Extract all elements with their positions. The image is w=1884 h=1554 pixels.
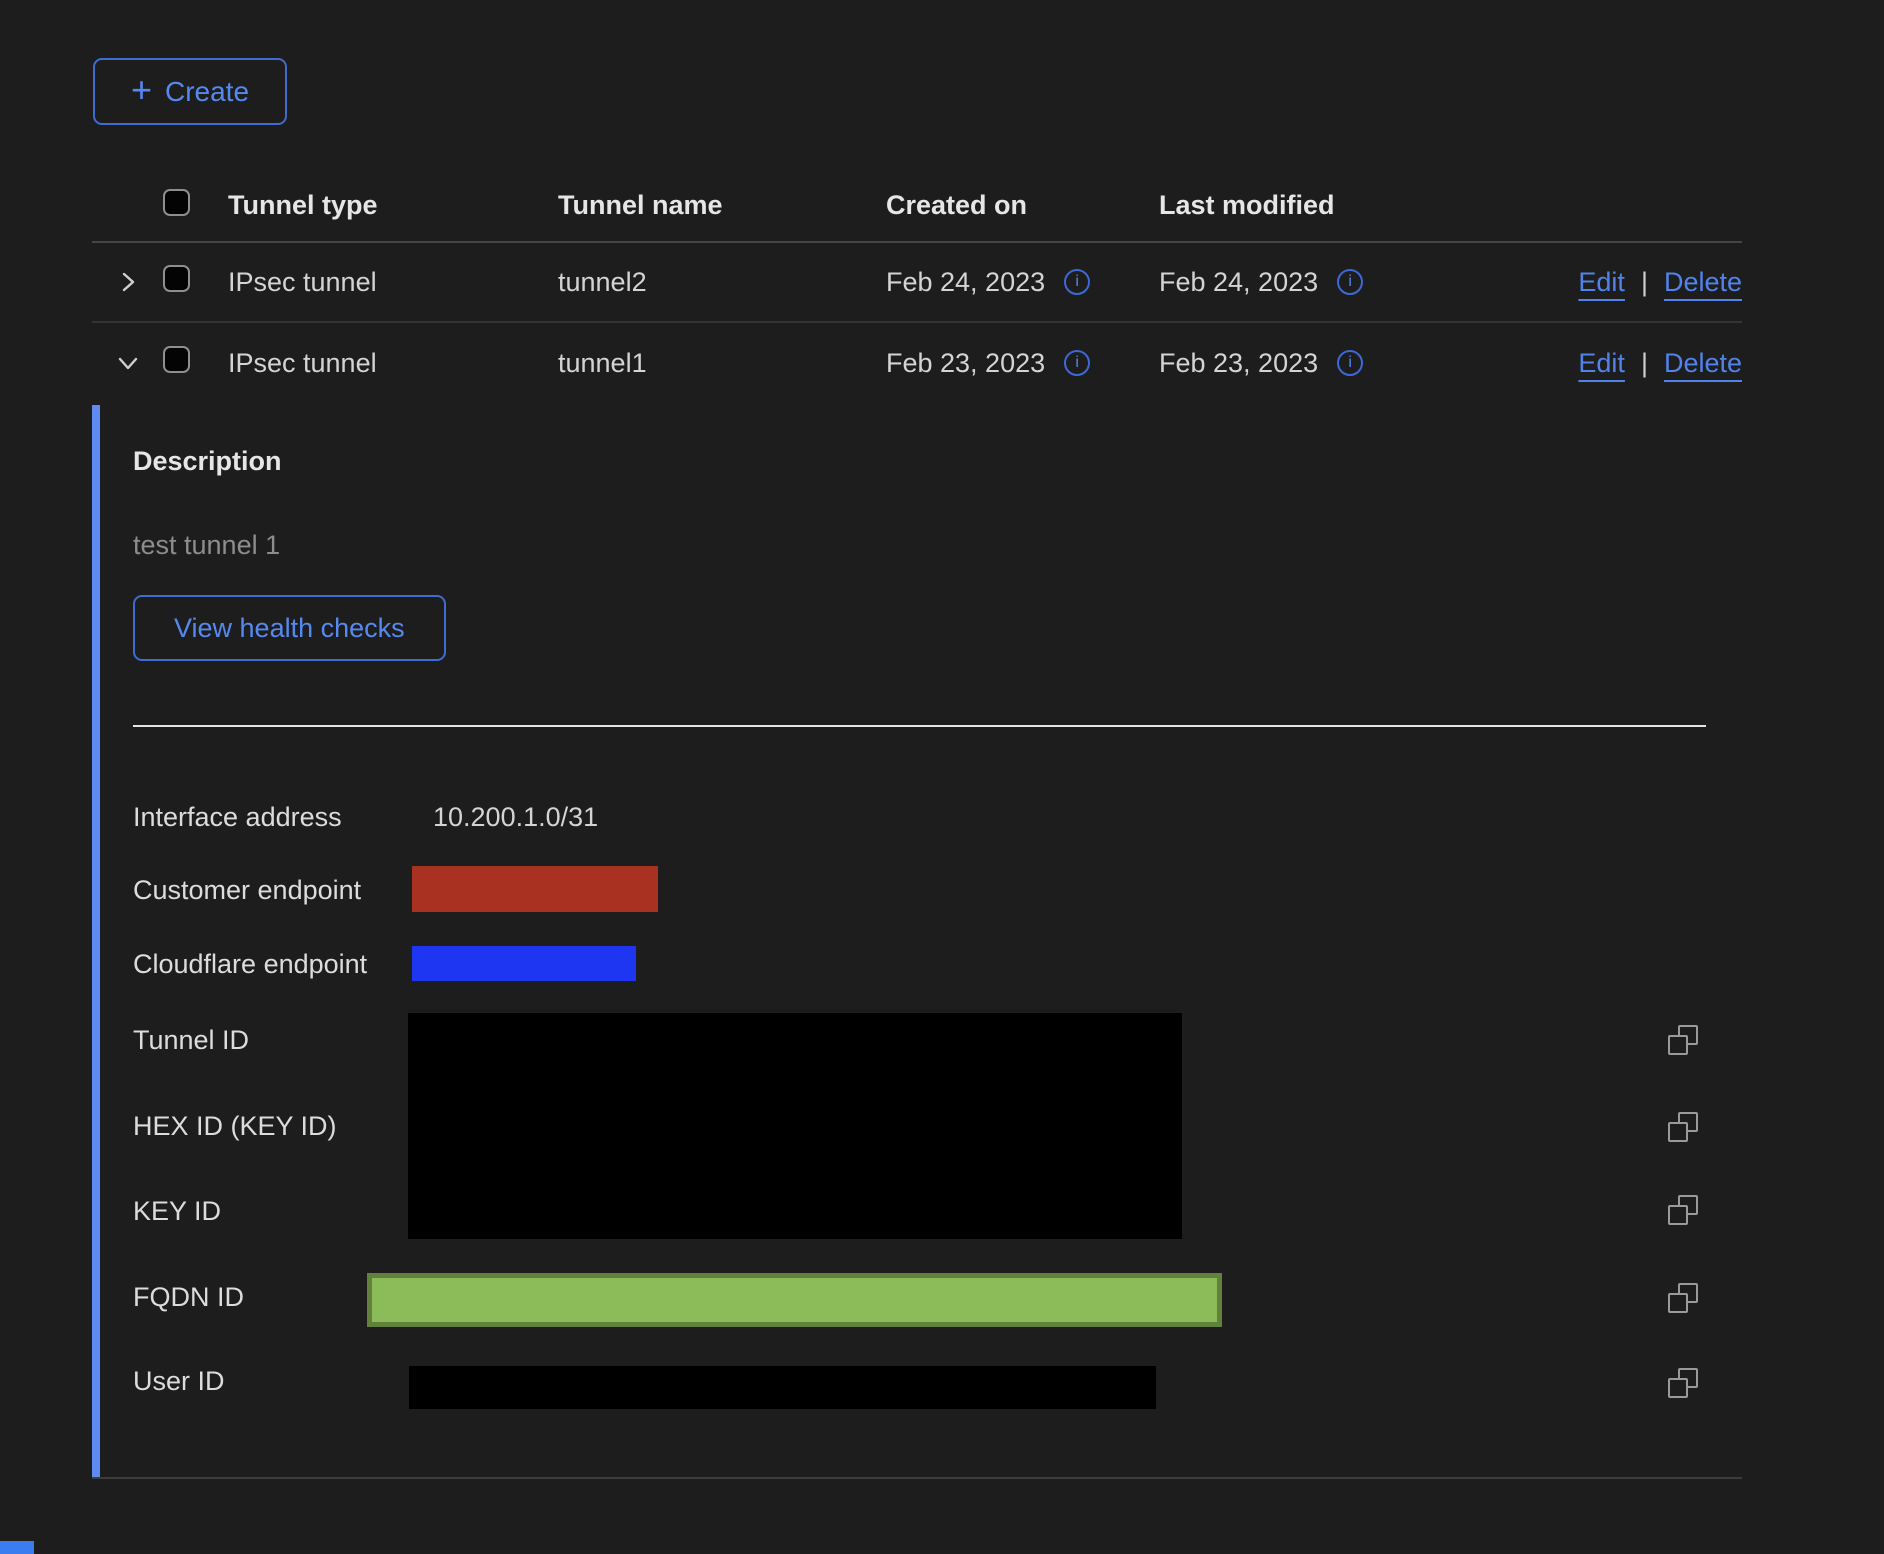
row-checkbox[interactable] <box>163 265 190 292</box>
chevron-right-icon <box>116 270 140 294</box>
action-separator: | <box>1641 348 1648 379</box>
chevron-down-icon <box>116 351 140 375</box>
user-id-redacted-value <box>409 1366 1156 1409</box>
created-on-cell: Feb 24, 2023 <box>886 267 1045 298</box>
fqdn-id-redacted-value <box>367 1273 1222 1327</box>
collapse-row-button[interactable] <box>111 346 145 380</box>
action-separator: | <box>1641 267 1648 298</box>
table-header-row: Tunnel type Tunnel name Created on Last … <box>92 170 1742 243</box>
header-tunnel-name: Tunnel name <box>558 190 886 221</box>
interface-address-label: Interface address <box>133 802 342 833</box>
section-divider <box>133 725 1706 727</box>
create-button[interactable]: + Create <box>93 58 287 125</box>
plus-icon: + <box>131 76 152 104</box>
copy-icon[interactable] <box>1668 1112 1698 1142</box>
tunnel-name-cell: tunnel2 <box>558 267 886 298</box>
last-modified-cell: Feb 24, 2023 <box>1159 267 1318 298</box>
select-all-checkbox[interactable] <box>163 189 190 216</box>
cloudflare-endpoint-redacted-value <box>412 946 636 981</box>
created-on-cell: Feb 23, 2023 <box>886 348 1045 379</box>
copy-icon[interactable] <box>1668 1368 1698 1398</box>
ids-redacted-value <box>408 1013 1182 1239</box>
expand-row-button[interactable] <box>111 265 145 299</box>
view-health-checks-button[interactable]: View health checks <box>133 595 446 661</box>
tunnels-table: Tunnel type Tunnel name Created on Last … <box>92 170 1742 403</box>
info-icon[interactable]: i <box>1064 269 1090 295</box>
horizontal-scrollbar-thumb[interactable] <box>0 1541 34 1554</box>
cloudflare-endpoint-label: Cloudflare endpoint <box>133 949 367 980</box>
ipsec-tunnels-page: + Create Tunnel type Tunnel name Created… <box>0 0 1884 1554</box>
row-checkbox[interactable] <box>163 346 190 373</box>
tunnel-type-cell: IPsec tunnel <box>228 348 558 379</box>
description-label: Description <box>133 446 282 477</box>
expanded-row-accent-bar <box>92 405 100 1479</box>
copy-icon[interactable] <box>1668 1025 1698 1055</box>
last-modified-cell: Feb 23, 2023 <box>1159 348 1318 379</box>
key-id-label: KEY ID <box>133 1196 221 1227</box>
tunnel-type-cell: IPsec tunnel <box>228 267 558 298</box>
edit-link[interactable]: Edit <box>1578 348 1625 379</box>
info-icon[interactable]: i <box>1064 350 1090 376</box>
tunnel-name-cell: tunnel1 <box>558 348 886 379</box>
delete-link[interactable]: Delete <box>1664 348 1742 379</box>
copy-icon[interactable] <box>1668 1195 1698 1225</box>
customer-endpoint-redacted-value <box>412 866 658 912</box>
info-icon[interactable]: i <box>1337 350 1363 376</box>
info-icon[interactable]: i <box>1337 269 1363 295</box>
tunnel-details-panel: Description test tunnel 1 View health ch… <box>92 405 1742 1479</box>
hex-id-label: HEX ID (KEY ID) <box>133 1111 337 1142</box>
customer-endpoint-label: Customer endpoint <box>133 875 361 906</box>
description-value: test tunnel 1 <box>133 530 280 561</box>
interface-address-value: 10.200.1.0/31 <box>433 802 598 833</box>
header-tunnel-type: Tunnel type <box>228 190 558 221</box>
tunnel-id-label: Tunnel ID <box>133 1025 249 1056</box>
user-id-label: User ID <box>133 1366 225 1397</box>
header-last-modified: Last modified <box>1159 190 1480 221</box>
table-row-tunnel1: IPsec tunnel tunnel1 Feb 23, 2023 i Feb … <box>92 323 1742 403</box>
panel-bottom-divider <box>92 1477 1742 1479</box>
fqdn-id-label: FQDN ID <box>133 1282 244 1313</box>
delete-link[interactable]: Delete <box>1664 267 1742 298</box>
table-row-tunnel2: IPsec tunnel tunnel2 Feb 24, 2023 i Feb … <box>92 243 1742 323</box>
header-created-on: Created on <box>886 190 1159 221</box>
edit-link[interactable]: Edit <box>1578 267 1625 298</box>
create-button-label: Create <box>165 76 249 108</box>
copy-icon[interactable] <box>1668 1283 1698 1313</box>
